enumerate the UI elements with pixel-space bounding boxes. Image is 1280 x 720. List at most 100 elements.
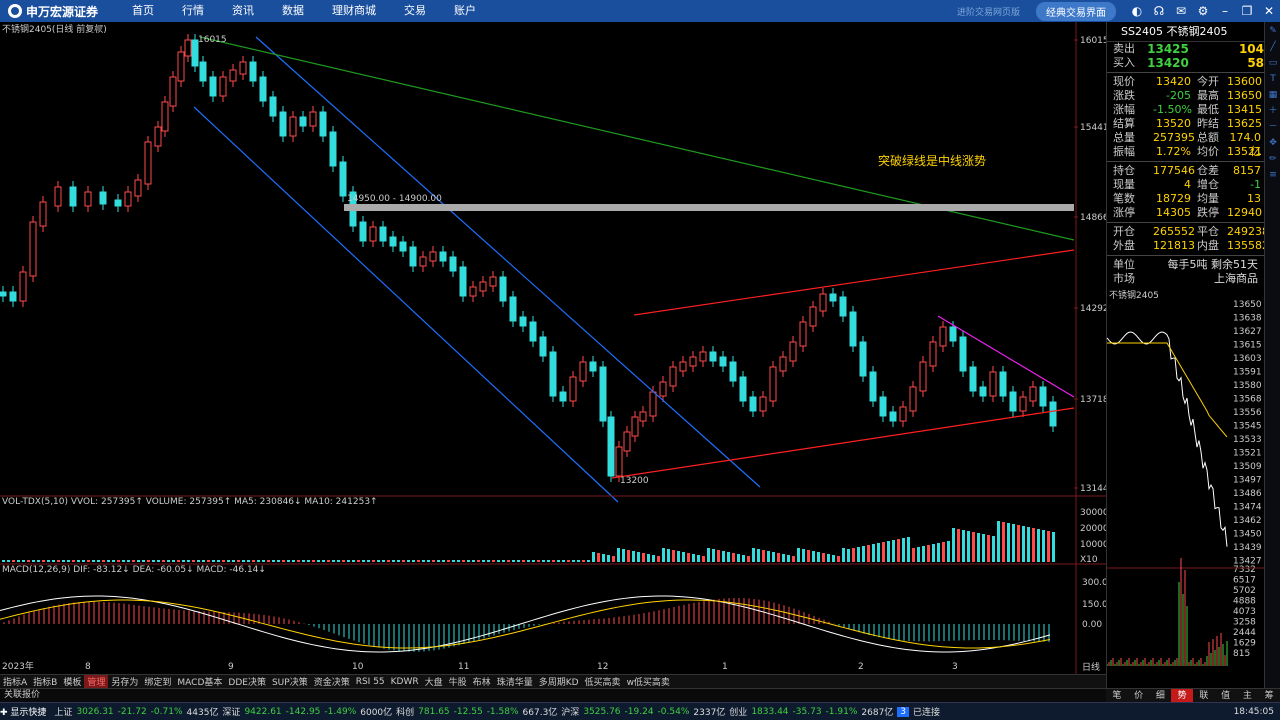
indicator-tab[interactable]: DDE决策 [225, 675, 269, 688]
tool-pencil-icon[interactable]: ✏ [1265, 152, 1280, 166]
tool-grid-icon[interactable]: ▦ [1265, 88, 1280, 102]
volume-bar [702, 556, 705, 562]
indicator-tab[interactable]: 牛股 [446, 675, 470, 688]
classic-trade-button[interactable]: 经典交易界面 [1036, 1, 1116, 21]
right-tab[interactable]: 主 [1237, 689, 1259, 702]
date-tick: 12 [597, 662, 608, 672]
volume-bar [562, 560, 565, 562]
nav-wealth-mall[interactable]: 理财商城 [318, 0, 390, 22]
right-tab[interactable]: 笔 [1106, 689, 1128, 702]
candle-body [329, 131, 337, 167]
indicator-tab[interactable]: w低买高卖 [624, 675, 673, 688]
tool-rect-icon[interactable]: ▭ [1265, 56, 1280, 70]
indicator-tab[interactable]: 大盘 [422, 675, 446, 688]
volume-bar [247, 560, 250, 562]
hs-index-name[interactable]: 沪深 [561, 705, 579, 718]
candle-body [889, 411, 897, 422]
candle-body [419, 256, 427, 267]
indicator-tab[interactable]: 资金决策 [311, 675, 353, 688]
right-tab[interactable]: 筹 [1258, 689, 1280, 702]
volume-bar [22, 560, 25, 562]
volume-bar [407, 560, 410, 562]
quick-show-button[interactable]: ✚ 显示快捷 [0, 705, 50, 718]
candle-body [144, 141, 152, 185]
indicator-tab[interactable]: KDWR [388, 677, 422, 687]
volume-bar [2, 560, 5, 562]
indicator-tab[interactable]: 另存为 [108, 675, 141, 688]
volume-bar [887, 541, 890, 562]
volume-bar [937, 543, 940, 562]
tool-line-icon[interactable]: ╱ [1265, 40, 1280, 54]
volume-bar [462, 560, 465, 562]
tool-zoom-out-icon[interactable]: － [1265, 120, 1280, 134]
nav-account[interactable]: 账户 [440, 0, 490, 22]
indicator-tab[interactable]: 管理 [84, 675, 109, 688]
theme-toggle-icon[interactable]: ◐ [1126, 0, 1148, 22]
price-tick: 16015 [1080, 36, 1106, 46]
volume-bar [282, 560, 285, 562]
associated-quote-bar[interactable]: 关联报价 [0, 688, 1106, 702]
nav-news[interactable]: 资讯 [218, 0, 268, 22]
nav-data[interactable]: 数据 [268, 0, 318, 22]
mini-price-tick: 13545 [1233, 422, 1262, 432]
indicator-tab[interactable]: 指标B [30, 675, 60, 688]
indicator-tab[interactable]: MACD基本 [174, 675, 225, 688]
minimize-icon[interactable]: – [1214, 0, 1236, 22]
mail-icon[interactable]: ✉ [1170, 0, 1192, 22]
indicator-tab[interactable]: 模板 [60, 675, 84, 688]
indicator-tab[interactable]: SUP决策 [269, 675, 311, 688]
candle-body [615, 446, 623, 477]
close-icon[interactable]: ✕ [1258, 0, 1280, 22]
tool-zoom-in-icon[interactable]: ＋ [1265, 104, 1280, 118]
tool-draw-icon[interactable]: ✎ [1265, 24, 1280, 38]
right-tab[interactable]: 细 [1150, 689, 1172, 702]
date-tick: 9 [228, 662, 234, 672]
chart-settings-icon[interactable] [96, 25, 102, 31]
tool-move-icon[interactable]: ✥ [1265, 136, 1280, 150]
intraday-mini-chart[interactable]: 不锈钢2405 13650 13638 13627 13615 13603 13591 13… [1107, 288, 1265, 668]
volume-bar [602, 554, 605, 562]
indicator-tab[interactable]: 珠清华量 [494, 675, 536, 688]
restore-icon[interactable]: ❐ [1236, 0, 1258, 22]
kline-chart-area[interactable]: 不锈钢2405(日线 前复权) 14950.00 - 14900.00 1601… [0, 22, 1106, 674]
ask-row[interactable]: 卖出 13425 104 [1107, 42, 1264, 56]
right-tab[interactable]: 值 [1215, 689, 1237, 702]
tool-text-icon[interactable]: T [1265, 72, 1280, 86]
volume-bar [312, 560, 315, 562]
right-tab[interactable]: 联 [1193, 689, 1215, 702]
indicator-tab-bar: 指标A 指标B 模板 管理 另存为 绑定到 MACD基本 DDE决策 SUP决策 资金决策 RSI … [0, 674, 1106, 688]
nav-market[interactable]: 行情 [168, 0, 218, 22]
volume-bar [57, 560, 60, 562]
mini-vol-tick: 3258 [1233, 618, 1256, 628]
settings-icon[interactable]: ⚙ [1192, 0, 1214, 22]
nav-home[interactable]: 首页 [118, 0, 168, 22]
cy-index-name[interactable]: 创业 [729, 705, 747, 718]
indicator-tab[interactable]: RSI 55 [353, 677, 388, 687]
indicator-tab[interactable]: 绑定到 [141, 675, 174, 688]
indicator-tab[interactable]: 低买高卖 [582, 675, 624, 688]
mini-vol-tick: 4073 [1233, 607, 1256, 617]
volume-bar [797, 548, 800, 562]
nav-trade[interactable]: 交易 [390, 0, 440, 22]
quote-separator [1107, 255, 1264, 256]
advanced-trade-link[interactable]: 进阶交易网页版 [957, 5, 1020, 18]
candle-body [124, 191, 132, 207]
indicator-tab[interactable]: 多周期KD [536, 675, 582, 688]
candle-body [154, 126, 162, 147]
right-tab[interactable]: 势 [1171, 689, 1193, 702]
headset-icon[interactable]: ☊ [1148, 0, 1170, 22]
volume-bar [467, 560, 470, 562]
volume-bar [912, 548, 915, 562]
chart-canvas[interactable]: 不锈钢2405(日线 前复权) 14950.00 - 14900.00 1601… [0, 22, 1106, 674]
right-tab[interactable]: 价 [1128, 689, 1150, 702]
indicator-tab[interactable]: 指标A [0, 675, 30, 688]
indicator-tab[interactable]: 布林 [470, 675, 494, 688]
sz-index-name[interactable]: 深证 [222, 705, 240, 718]
bid-row[interactable]: 买入 13420 58 [1107, 56, 1264, 70]
tool-list-icon[interactable]: ≡ [1265, 168, 1280, 182]
volume-bar [262, 560, 265, 562]
volume-bar [327, 560, 330, 562]
period-label[interactable]: 日线 [1082, 661, 1100, 673]
kc-index-name[interactable]: 科创 [396, 705, 414, 718]
sh-index-name[interactable]: 上证 [54, 705, 72, 718]
